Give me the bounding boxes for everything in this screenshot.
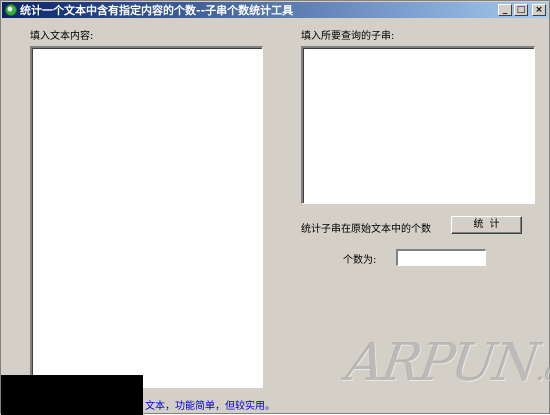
redaction-block xyxy=(1,375,143,415)
substring-text-area[interactable] xyxy=(301,46,535,204)
substring-label: 填入所要查询的子串: xyxy=(301,31,395,42)
app-window: 统计一个文本中含有指定内容的个数--子串个数统计工具 _ □ × 填入文本内容:… xyxy=(0,0,550,415)
window-title: 统计一个文本中含有指定内容的个数--子串个数统计工具 xyxy=(20,4,294,17)
result-label: 个数为: xyxy=(343,255,377,266)
title-bar[interactable]: 统计一个文本中含有指定内容的个数--子串个数统计工具 _ □ × xyxy=(2,2,548,18)
maximize-button[interactable]: □ xyxy=(514,4,528,16)
minimize-button[interactable]: _ xyxy=(498,4,512,16)
watermark-logo: ARPUN.com xyxy=(343,333,550,393)
count-button[interactable]: 统计 xyxy=(451,216,522,234)
source-text-area[interactable] xyxy=(30,46,263,388)
count-description-label: 统计子串在原始文本中的个数 xyxy=(301,224,431,235)
watermark-main-text: ARPUN xyxy=(342,333,542,393)
close-button[interactable]: × xyxy=(532,4,546,16)
result-field[interactable] xyxy=(396,249,486,266)
footer-description: 文本，功能简单，但较实用。 xyxy=(145,401,275,412)
source-text-label: 填入文本内容: xyxy=(30,31,94,42)
app-icon xyxy=(5,4,17,16)
window-controls: _ □ × xyxy=(498,4,546,16)
